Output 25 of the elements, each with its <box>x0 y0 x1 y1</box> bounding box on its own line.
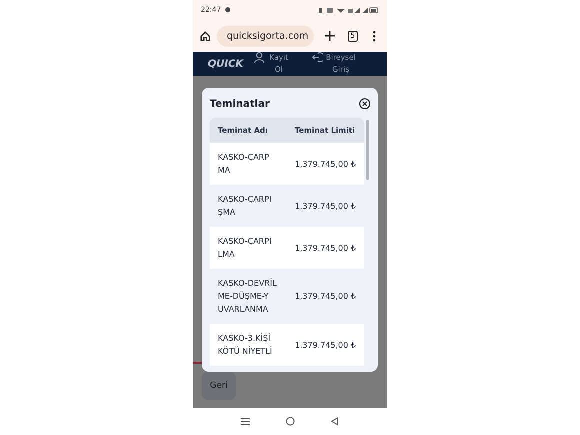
table-cell-text: 1.379.745,00 ₺ <box>295 340 358 352</box>
login-icon <box>312 52 323 63</box>
home-button-icon[interactable] <box>286 417 295 426</box>
table-cell-text: 1.379.745,00 ₺ <box>295 242 358 254</box>
address-bar[interactable]: quicksigorta.com <box>217 26 314 46</box>
table-cell-text: 1.379.745,00 ₺ <box>295 158 358 170</box>
table-cell-text: KASKO-ÇARP MA <box>217 152 270 177</box>
table-cell-text: KASKO-DEVRİL ME-DÜŞME-Y UVARLANMA <box>217 278 278 316</box>
status-icons-drawing <box>319 6 379 14</box>
back-icon[interactable] <box>331 417 339 426</box>
table-cell-text: KASKO-ÇARPI LMA <box>217 236 273 261</box>
new-tab-icon[interactable] <box>325 31 335 41</box>
close-icon[interactable] <box>359 98 371 110</box>
menu-icon[interactable] <box>241 418 250 426</box>
home-icon[interactable] <box>200 30 211 42</box>
table-cell-text: 1.379.745,00 ₺ <box>295 200 358 212</box>
user-icon <box>254 52 265 63</box>
table-cell-text: 1.379.745,00 ₺ <box>295 291 358 303</box>
more-menu-icon[interactable] <box>373 30 376 42</box>
table-cell-text: KASKO-ÇARPI ŞMA <box>217 194 273 219</box>
modal-title: Teminatlar <box>210 98 270 110</box>
site-logo[interactable]: QUICK <box>208 58 248 70</box>
notification-icon <box>225 7 232 13</box>
url-text: quicksigorta.com <box>227 30 309 42</box>
table-cell-text: KASKO-3.KİŞİ KÖTÜ NİYETLİ <box>217 332 274 358</box>
